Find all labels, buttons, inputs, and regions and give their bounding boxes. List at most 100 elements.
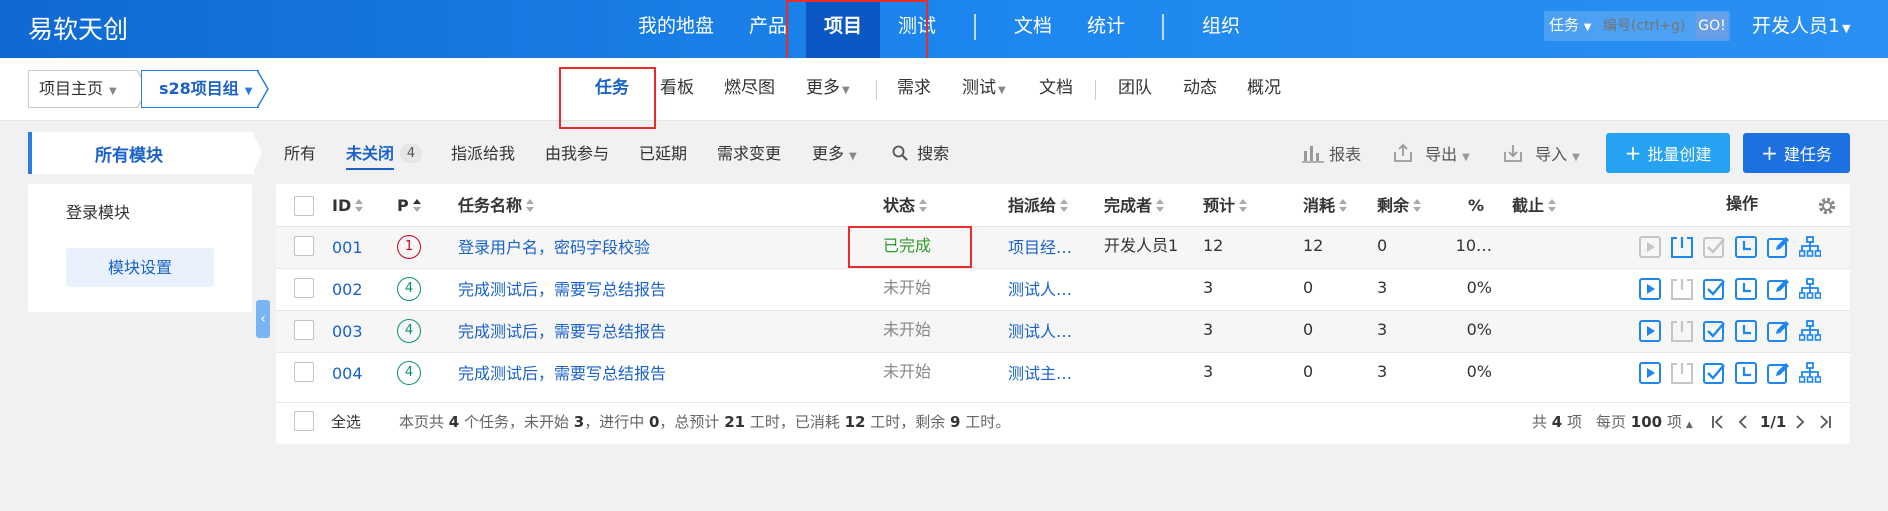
subnav-overview[interactable]: 概况: [1247, 76, 1281, 100]
row-checkbox[interactable]: [294, 278, 314, 298]
task-name-link[interactable]: 完成测试后，需要写总结报告: [458, 321, 666, 343]
task-id-link[interactable]: 001: [332, 237, 363, 259]
row-checkbox[interactable]: [294, 236, 314, 256]
record-time-icon[interactable]: [1735, 236, 1757, 258]
col-id[interactable]: ID: [332, 195, 364, 217]
subnav-burndown[interactable]: 燃尽图: [724, 76, 775, 100]
record-time-icon[interactable]: [1735, 320, 1757, 342]
col-finished-by[interactable]: 完成者: [1104, 195, 1165, 217]
filter-delayed[interactable]: 已延期: [639, 143, 687, 165]
col-assigned-to[interactable]: 指派给: [1008, 195, 1069, 217]
select-all-checkbox[interactable]: [294, 411, 314, 431]
next-page-icon[interactable]: [1794, 414, 1806, 430]
nav-org[interactable]: 组织: [1198, 0, 1244, 58]
assigned-to-link[interactable]: 测试人…: [1008, 279, 1076, 301]
subtask-tree-icon[interactable]: [1799, 236, 1821, 258]
filter-assigned-to-me[interactable]: 指派给我: [451, 143, 515, 165]
report-button[interactable]: 报表: [1302, 143, 1361, 166]
filter-involved[interactable]: 由我参与: [545, 143, 609, 165]
subnav-dynamic[interactable]: 动态: [1183, 76, 1217, 100]
first-page-icon[interactable]: [1711, 414, 1725, 430]
col-status[interactable]: 状态: [883, 195, 928, 217]
quick-search-input[interactable]: [1603, 15, 1695, 37]
nav-divider: [974, 14, 976, 40]
left-hours: 3: [1377, 278, 1388, 297]
last-page-icon[interactable]: [1818, 414, 1832, 430]
edit-icon[interactable]: [1767, 320, 1789, 342]
task-name-link[interactable]: 完成测试后，需要写总结报告: [458, 363, 666, 385]
subnav-more[interactable]: 更多 ▼: [806, 76, 850, 103]
play-icon[interactable]: [1639, 236, 1661, 258]
import-button[interactable]: 导入 ▼: [1502, 143, 1580, 169]
col-consumed[interactable]: 消耗: [1303, 195, 1348, 217]
subtask-tree-icon[interactable]: [1799, 320, 1821, 342]
nav-doc[interactable]: 文档: [1010, 0, 1056, 58]
subnav-story[interactable]: 需求: [897, 76, 931, 100]
consumed-hours: 0: [1303, 278, 1314, 297]
breadcrumb-current-project[interactable]: s28项目组 ▼: [141, 70, 259, 108]
col-estimate[interactable]: 预计: [1203, 195, 1248, 217]
go-button[interactable]: GO!: [1696, 13, 1728, 39]
start-task-icon[interactable]: [1671, 362, 1693, 384]
edit-icon[interactable]: [1767, 236, 1789, 258]
col-priority[interactable]: P: [397, 195, 421, 217]
import-icon: [1504, 145, 1522, 162]
subnav-team[interactable]: 团队: [1118, 76, 1152, 100]
breadcrumb-project-home[interactable]: 项目主页 ▼: [28, 70, 138, 108]
create-task-button[interactable]: + 建任务: [1743, 133, 1850, 173]
search-toggle[interactable]: 搜索: [892, 143, 949, 165]
select-all-checkbox-header[interactable]: [294, 196, 314, 216]
finish-task-icon[interactable]: [1703, 236, 1725, 258]
sidebar-collapse-toggle[interactable]: ‹: [256, 300, 270, 338]
subnav-test[interactable]: 测试 ▼: [962, 76, 1006, 103]
finish-task-icon[interactable]: [1703, 320, 1725, 342]
row-checkbox[interactable]: [294, 362, 314, 382]
nav-my[interactable]: 我的地盘: [636, 0, 716, 58]
finish-task-icon[interactable]: [1703, 278, 1725, 300]
task-name-link[interactable]: 完成测试后，需要写总结报告: [458, 279, 666, 301]
row-checkbox[interactable]: [294, 320, 314, 340]
task-id-link[interactable]: 003: [332, 321, 363, 343]
col-progress[interactable]: %: [1468, 195, 1484, 217]
task-id-link[interactable]: 002: [332, 279, 363, 301]
record-time-icon[interactable]: [1735, 362, 1757, 384]
play-icon[interactable]: [1639, 320, 1661, 342]
app-logo[interactable]: 易软天创: [28, 10, 128, 46]
assigned-to-link[interactable]: 测试主…: [1008, 363, 1076, 385]
filter-story-changed[interactable]: 需求变更: [717, 143, 781, 165]
start-task-icon[interactable]: [1671, 236, 1693, 258]
finish-task-icon[interactable]: [1703, 362, 1725, 384]
task-id-link[interactable]: 004: [332, 363, 363, 385]
subtask-tree-icon[interactable]: [1799, 362, 1821, 384]
col-left[interactable]: 剩余: [1377, 195, 1422, 217]
col-task-name[interactable]: 任务名称: [458, 195, 535, 217]
per-page-select[interactable]: 每页 100 项 ▲: [1596, 411, 1693, 436]
search-type-select[interactable]: 任务 ▼: [1549, 11, 1592, 41]
subnav-kanban[interactable]: 看板: [660, 76, 694, 100]
module-item[interactable]: 登录模块: [66, 202, 130, 224]
task-name-link[interactable]: 登录用户名，密码字段校验: [458, 237, 650, 259]
start-task-icon[interactable]: [1671, 278, 1693, 300]
gear-icon[interactable]: [1817, 196, 1837, 216]
subtask-tree-icon[interactable]: [1799, 278, 1821, 300]
user-menu[interactable]: 开发人员1 ▼: [1752, 11, 1851, 44]
subnav-doc[interactable]: 文档: [1039, 76, 1073, 100]
start-task-icon[interactable]: [1671, 320, 1693, 342]
filter-more[interactable]: 更多 ▼: [812, 143, 857, 168]
filter-unclosed[interactable]: 未关闭: [346, 143, 394, 165]
filter-all[interactable]: 所有: [284, 143, 316, 165]
assigned-to-link[interactable]: 测试人…: [1008, 321, 1076, 343]
record-time-icon[interactable]: [1735, 278, 1757, 300]
edit-icon[interactable]: [1767, 278, 1789, 300]
nav-stat[interactable]: 统计: [1083, 0, 1129, 58]
prev-page-icon[interactable]: [1737, 414, 1749, 430]
play-icon[interactable]: [1639, 362, 1661, 384]
edit-icon[interactable]: [1767, 362, 1789, 384]
play-icon[interactable]: [1639, 278, 1661, 300]
col-deadline[interactable]: 截止: [1512, 195, 1557, 217]
assigned-to-link[interactable]: 项目经…: [1008, 237, 1076, 259]
module-settings-button[interactable]: 模块设置: [66, 248, 214, 287]
batch-create-button[interactable]: + 批量创建: [1606, 133, 1730, 173]
export-button[interactable]: 导出 ▼: [1392, 143, 1470, 169]
nav-product[interactable]: 产品: [745, 0, 791, 58]
